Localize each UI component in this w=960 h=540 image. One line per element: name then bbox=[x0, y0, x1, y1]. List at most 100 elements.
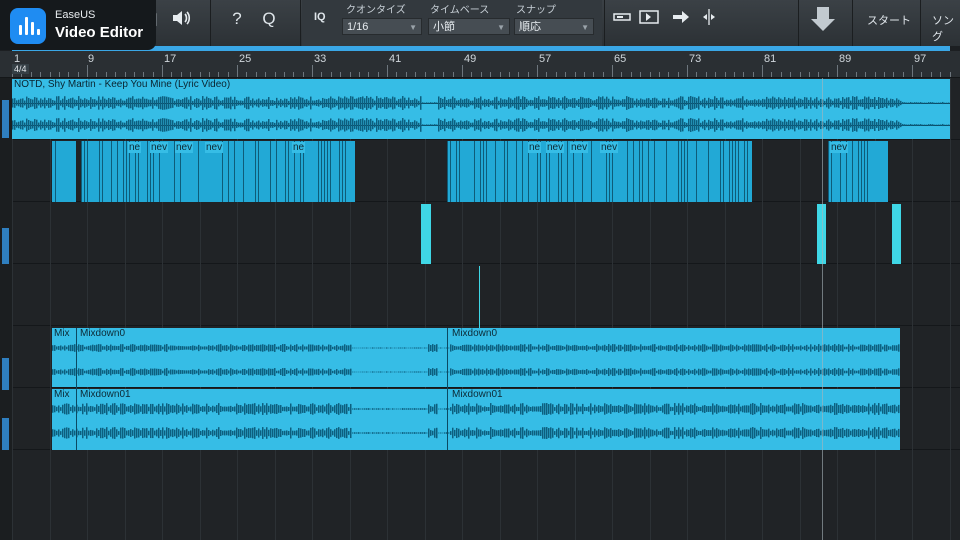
clip-title: nev bbox=[830, 142, 849, 153]
quantize-group: IQ クオンタイズ 1/16 ▼ タイムベース 小節 ▼ スナップ 順応 ▼ bbox=[302, 0, 602, 46]
ruler-tick bbox=[349, 72, 351, 77]
ruler-tick bbox=[696, 72, 698, 77]
ruler-tick bbox=[274, 72, 276, 77]
ruler-tick bbox=[443, 72, 445, 77]
marker-clip[interactable] bbox=[421, 204, 431, 264]
quantize-label: クオンタイズ bbox=[346, 5, 406, 16]
download-arrow-icon[interactable] bbox=[808, 4, 838, 31]
audio-clip-main[interactable]: NOTD, Shy Martin - Keep You Mine (Lyric … bbox=[12, 79, 950, 139]
ruler-tick bbox=[930, 72, 932, 77]
split-icon[interactable] bbox=[700, 8, 718, 30]
mixdown-clip[interactable]: Mix Mixdown01 Mixdown01 bbox=[52, 389, 900, 450]
snap-grid-icon[interactable] bbox=[612, 8, 632, 30]
ruler-tick bbox=[621, 72, 623, 77]
ruler-tick bbox=[330, 72, 332, 77]
timebase-label: タイムベース bbox=[430, 5, 490, 16]
ruler-tick bbox=[555, 72, 557, 77]
ruler-tick bbox=[902, 72, 904, 77]
ruler-tick bbox=[874, 72, 876, 77]
ruler-tick bbox=[415, 72, 417, 77]
clip-title: nev bbox=[175, 142, 194, 153]
speaker-icon[interactable] bbox=[170, 8, 194, 30]
short-clip-group[interactable] bbox=[52, 141, 76, 202]
song-button[interactable]: ソング bbox=[932, 12, 960, 44]
search-q-button[interactable]: Q bbox=[258, 8, 280, 30]
ruler-tick bbox=[87, 65, 88, 77]
clip-title: nev bbox=[600, 142, 619, 153]
ruler-tick bbox=[649, 72, 651, 77]
snap-value: 順応 bbox=[519, 21, 541, 33]
timeline-ruler[interactable]: 1 9 17 25 33 41 49 57 65 73 81 89 97 bbox=[0, 51, 960, 78]
ruler-tick bbox=[387, 65, 388, 77]
mixdown-clip[interactable]: Mix Mixdown0 Mixdown0 bbox=[52, 328, 900, 387]
ruler-tick bbox=[237, 65, 238, 77]
ruler-tick bbox=[265, 72, 267, 77]
chevron-down-icon: ▼ bbox=[581, 23, 589, 32]
start-button[interactable]: スタート bbox=[867, 12, 911, 28]
ruler-tick bbox=[583, 72, 585, 77]
bar-number: 41 bbox=[389, 53, 402, 65]
arrow-right-icon[interactable] bbox=[670, 8, 692, 30]
ruler-tick bbox=[293, 72, 295, 77]
clip-title: ne bbox=[292, 142, 306, 153]
ruler-tick bbox=[77, 72, 79, 77]
marker-clip[interactable] bbox=[892, 204, 901, 264]
badge-brand: EaseUS bbox=[55, 9, 96, 21]
timebase-select[interactable]: 小節 ▼ bbox=[428, 18, 510, 35]
ruler-tick bbox=[49, 72, 51, 77]
ruler-tick bbox=[743, 72, 745, 77]
ruler-tick bbox=[808, 72, 810, 77]
ruler-tick bbox=[687, 65, 688, 77]
timebase-value: 小節 bbox=[433, 21, 455, 33]
ruler-tick bbox=[855, 72, 857, 77]
bar-number: 57 bbox=[539, 53, 552, 65]
clip-title: nev bbox=[546, 142, 565, 153]
ruler-tick bbox=[762, 65, 763, 77]
ruler-tick bbox=[227, 72, 229, 77]
ruler-tick bbox=[912, 65, 913, 77]
iq-button[interactable]: IQ bbox=[314, 11, 326, 23]
ruler-tick bbox=[105, 72, 107, 77]
bar-number: 25 bbox=[239, 53, 252, 65]
ruler-tick bbox=[780, 72, 782, 77]
bar-number: 65 bbox=[614, 53, 627, 65]
quantize-value: 1/16 bbox=[347, 21, 369, 33]
bar-number: 97 bbox=[914, 53, 927, 65]
help-button[interactable]: ? bbox=[226, 8, 248, 30]
chevron-down-icon: ▼ bbox=[409, 23, 417, 32]
clip-title: nev bbox=[570, 142, 589, 153]
ruler-tick bbox=[837, 65, 838, 77]
ruler-tick bbox=[143, 72, 145, 77]
ruler-tick bbox=[208, 72, 210, 77]
ruler-tick bbox=[180, 72, 182, 77]
playhead[interactable] bbox=[822, 78, 823, 540]
ruler-tick bbox=[846, 72, 848, 77]
clip-title: nev bbox=[150, 142, 169, 153]
ruler-tick bbox=[58, 72, 60, 77]
ruler-tick bbox=[508, 72, 510, 77]
ruler-tick bbox=[921, 72, 923, 77]
ruler-tick bbox=[790, 72, 792, 77]
track-row bbox=[0, 202, 960, 264]
snap-event-icon[interactable] bbox=[638, 8, 660, 30]
ruler-tick bbox=[471, 72, 473, 77]
ruler-tick bbox=[255, 72, 257, 77]
ruler-tick bbox=[452, 72, 454, 77]
quantize-select[interactable]: 1/16 ▼ bbox=[342, 18, 422, 35]
bar-number: 73 bbox=[689, 53, 702, 65]
ruler-tick bbox=[490, 72, 492, 77]
ruler-tick bbox=[312, 65, 313, 77]
ruler-tick bbox=[396, 72, 398, 77]
ruler-tick bbox=[68, 72, 70, 77]
app-logo-icon bbox=[10, 8, 46, 44]
ruler-tick bbox=[30, 72, 32, 77]
ruler-tick bbox=[715, 72, 717, 77]
ruler-tick bbox=[705, 72, 707, 77]
snap-select[interactable]: 順応 ▼ bbox=[514, 18, 594, 35]
waveform bbox=[52, 344, 900, 376]
ruler-tick bbox=[799, 72, 801, 77]
bar-number: 33 bbox=[314, 53, 327, 65]
ruler-tick bbox=[949, 72, 951, 77]
bar-number: 17 bbox=[164, 53, 177, 65]
ruler-tick bbox=[630, 72, 632, 77]
